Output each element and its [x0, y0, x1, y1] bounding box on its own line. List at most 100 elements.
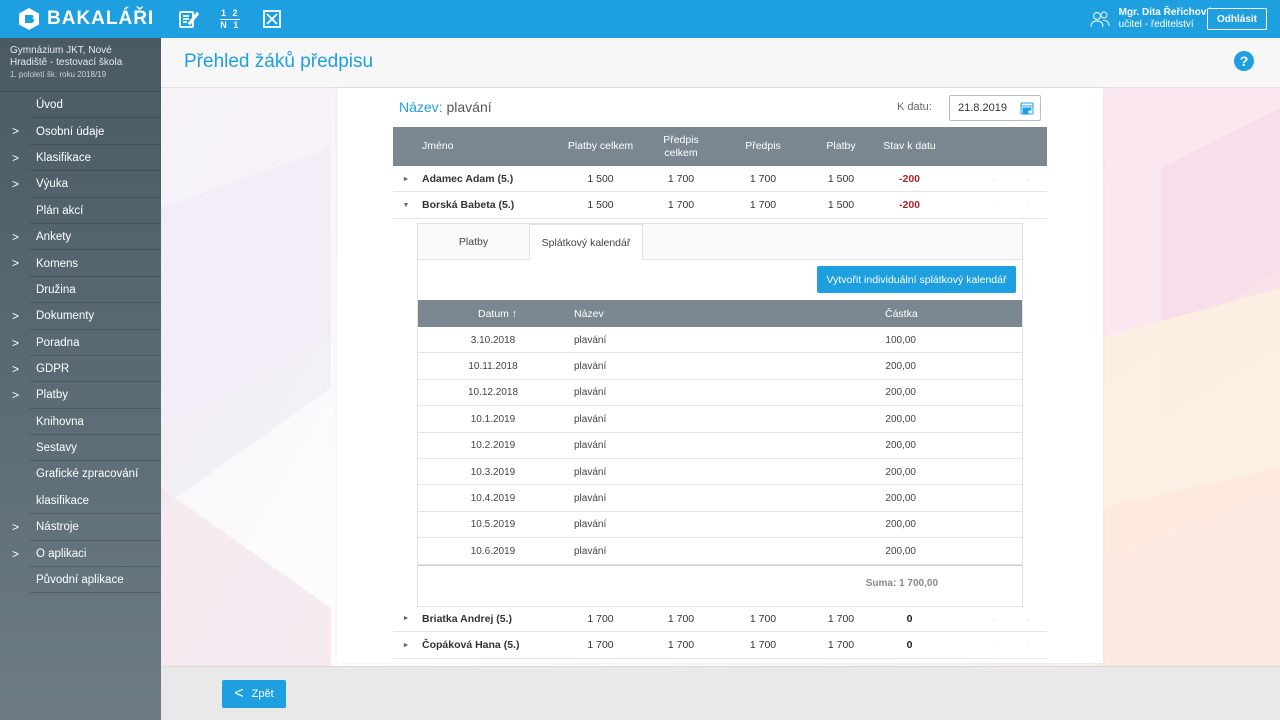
installment-date: 10.2.2019	[470, 440, 516, 452]
cell-name: Briatka Andrej (5.)	[422, 612, 513, 625]
header-state[interactable]: Stav k datu	[877, 127, 942, 166]
sidebar-item-4[interactable]: Plán akcí	[0, 198, 161, 225]
tab-payments[interactable]: Platby	[418, 224, 529, 260]
header-name[interactable]: Jméno	[422, 127, 462, 166]
notebook-edit-icon[interactable]	[176, 7, 200, 31]
installment-row: 10.12.2018 plavání 200,00	[418, 380, 1022, 407]
header-item-name[interactable]: Název	[574, 300, 604, 327]
student-row[interactable]: ► Briatka Andrej (5.) 1 700 1 700 1 700 1 700…	[393, 606, 1047, 633]
installment-name: plavání	[574, 413, 607, 425]
cell-prescription: 1 700	[749, 173, 777, 185]
installment-amount: 100,00	[885, 334, 916, 346]
sidebar-item-1[interactable]: > Osobní údaje	[0, 118, 161, 146]
chevron-right-icon: >	[12, 335, 20, 350]
sidebar-item-5[interactable]: > Ankety	[0, 224, 161, 251]
user-role: učitel - ředitelství	[1118, 19, 1194, 30]
expand-caret-icon[interactable]: ►	[401, 606, 411, 632]
sidebar-item-14[interactable]: Grafické zpracování klasifikace	[0, 461, 161, 515]
header-payments[interactable]: Platby	[811, 127, 871, 166]
sidebar-item-label: Úvod	[36, 99, 63, 112]
sidebar-item-label: GDPR	[36, 363, 70, 376]
chevron-right-icon: >	[12, 546, 20, 561]
cell-state: -200	[898, 199, 920, 212]
header-date[interactable]: Datum ↑	[478, 300, 517, 327]
installment-date: 10.6.2019	[470, 545, 516, 557]
sidebar-item-16[interactable]: > O aplikaci	[0, 541, 161, 568]
installment-row: 3.10.2018 plavání 100,00	[418, 327, 1022, 354]
expand-caret-icon[interactable]: ►	[401, 632, 411, 658]
back-button[interactable]: < Zpět	[222, 680, 286, 708]
installment-amount: 200,00	[885, 519, 916, 531]
create-individual-calendar-button[interactable]: Vytvořit individuální splátkový kalendář	[817, 266, 1016, 293]
tab-installment-calendar[interactable]: Splátkový kalendář	[529, 224, 643, 261]
chevron-right-icon: >	[12, 150, 20, 165]
cell-state: -200	[898, 173, 920, 185]
header-prescription-total[interactable]: Předpis celkem	[651, 127, 711, 166]
cell-payments: 1 500	[827, 173, 855, 185]
cell-payments: 1 500	[827, 199, 855, 212]
collapse-caret-icon[interactable]: ▼	[401, 192, 411, 218]
sidebar-item-label: Výuka	[36, 178, 68, 191]
chevron-right-icon: >	[12, 361, 20, 376]
sidebar-nav: Úvod > Osobní údaje > Klasifikace > Výuka Plán …	[0, 92, 161, 594]
sidebar-item-label: Původní aplikace	[36, 574, 124, 587]
installment-date: 10.3.2019	[470, 466, 516, 478]
installment-name: plavání	[574, 466, 607, 478]
sidebar-item-9[interactable]: > Poradna	[0, 330, 161, 357]
sidebar-item-10[interactable]: > GDPR	[0, 356, 161, 383]
user-info: Mgr. Dita Řeřichová učitel - ředitelství	[1119, 7, 1212, 31]
installment-calendar-body: Vytvořit individuální splátkový kalendář…	[418, 260, 1022, 606]
date-field[interactable]: 21.8.2019	[949, 95, 1041, 121]
installment-date: 10.1.2019	[470, 413, 516, 425]
student-row[interactable]: ► Čopáková Hana (5.) 1 700 1 700 1 700 1 700 0…	[393, 632, 1047, 659]
calendar-icon[interactable]	[1020, 101, 1034, 115]
installment-row: 10.6.2019 plavání 200,00	[418, 538, 1022, 565]
fraction-top: 1 2	[220, 7, 240, 18]
page-header: Přehled žáků předpisu ?	[161, 38, 1280, 88]
student-detail-panel: Platby Splátkový kalendář Vytvořit indiv…	[417, 223, 1023, 607]
student-row[interactable]: ▼ Borská Babeta (5.) 1 500 1 700 1 700 1 500 -…	[393, 192, 1047, 219]
school-name-line2: Hradiště - testovací škola	[10, 57, 123, 68]
sidebar-item-6[interactable]: > Komens	[0, 250, 161, 278]
sidebar-item-17[interactable]: Původní aplikace	[0, 567, 161, 594]
sidebar-item-13[interactable]: Sestavy	[0, 435, 161, 462]
cell-dot1: ·	[992, 200, 996, 211]
installment-name: plavání	[574, 545, 607, 557]
header-amount[interactable]: Částka	[885, 300, 918, 327]
fraction-icon[interactable]: 1 2 N 1	[218, 7, 242, 31]
header-prescription[interactable]: Předpis	[733, 127, 793, 166]
school-period: 1. pololetí šk. roku 2018/19	[10, 70, 107, 79]
sidebar-item-label: Družina	[36, 283, 76, 296]
sidebar-item-7[interactable]: Družina	[0, 277, 161, 304]
header-payments-total[interactable]: Platby celkem	[563, 127, 638, 166]
installment-date: 10.12.2018	[467, 387, 519, 399]
sidebar-item-label: Grafické zpracování	[36, 468, 139, 481]
installment-row: 10.2.2019 plavání 200,00	[418, 433, 1022, 459]
sidebar-item-2[interactable]: > Klasifikace	[0, 145, 161, 172]
sidebar-item-12[interactable]: Knihovna	[0, 409, 161, 436]
detail-tabs: Platby Splátkový kalendář	[418, 224, 1022, 261]
x-box-icon[interactable]	[260, 7, 284, 31]
installment-amount: 200,00	[885, 440, 916, 452]
installment-row: 10.5.2019 plavání 200,00	[418, 512, 1022, 539]
installment-row: 10.4.2019 plavání 200,00	[418, 485, 1022, 512]
expand-caret-icon[interactable]: ►	[401, 166, 411, 192]
sidebar-item-11[interactable]: > Platby	[0, 382, 161, 410]
cell-prescription: 1 700	[749, 199, 777, 212]
users-icon	[1090, 11, 1110, 28]
sidebar-item-15[interactable]: > Nástroje	[0, 514, 161, 542]
sidebar-item-8[interactable]: > Dokumenty	[0, 303, 161, 330]
student-row[interactable]: ► Adamec Adam (5.) 1 500 1 700 1 700 1 500 -20…	[393, 166, 1047, 193]
installment-amount: 200,00	[885, 492, 916, 504]
sidebar-item-label: Dokumenty	[36, 310, 95, 323]
hexagon-logo-icon	[19, 8, 39, 30]
sidebar-item-0[interactable]: Úvod	[0, 92, 161, 119]
back-label: Zpět	[251, 688, 274, 700]
help-icon[interactable]: ?	[1234, 51, 1254, 71]
cell-prescription-total: 1 700	[667, 639, 695, 652]
sidebar-item-3[interactable]: > Výuka	[0, 171, 161, 198]
brand-logo[interactable]: BAKALÁŘI	[18, 7, 154, 31]
cell-prescription-total: 1 700	[667, 612, 695, 625]
sidebar-item-label: Sestavy	[36, 442, 77, 455]
logout-button[interactable]: Odhlásit	[1207, 8, 1267, 30]
